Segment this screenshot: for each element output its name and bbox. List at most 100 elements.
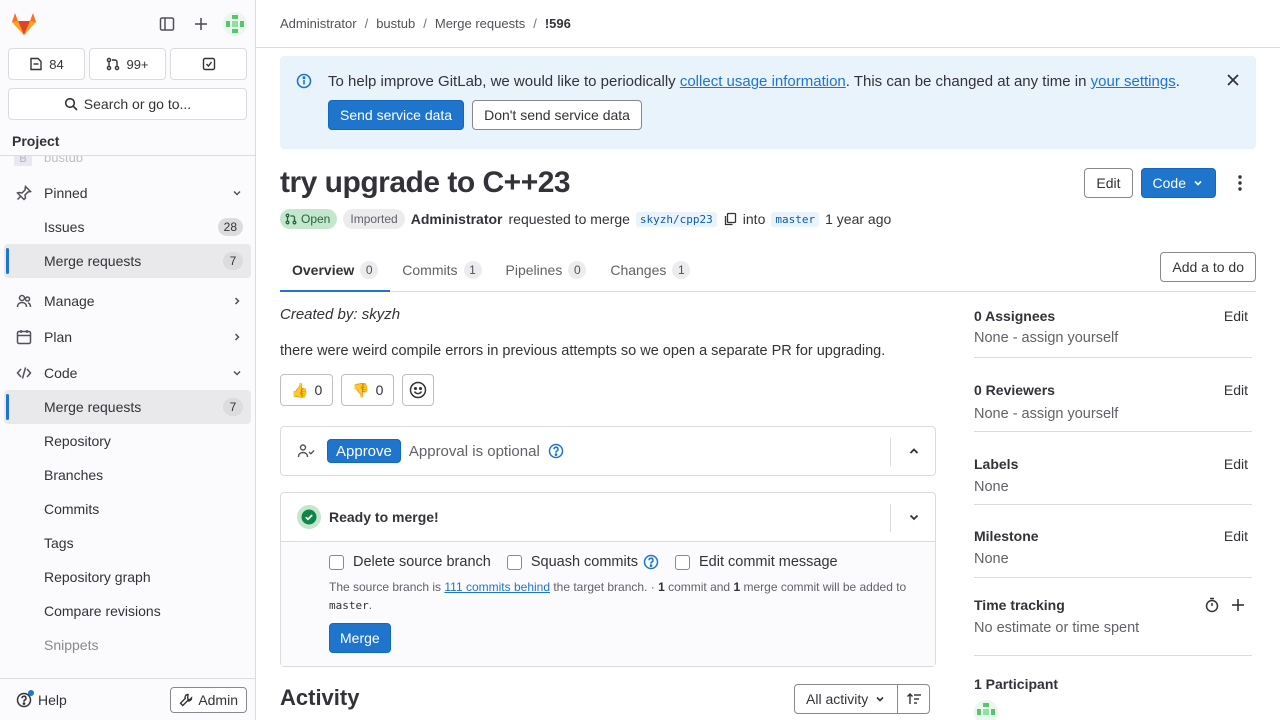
thumbs-up-button[interactable]: 👍 0 xyxy=(280,374,334,406)
sidebar-item-pinned-merge-requests[interactable]: Merge requests 7 xyxy=(4,244,251,278)
tab-pipelines[interactable]: Pipelines 0 xyxy=(494,249,599,291)
labels-edit-button[interactable]: Edit xyxy=(1224,456,1248,472)
tab-label: Pipelines xyxy=(505,262,563,278)
labels-block: Labels Edit None xyxy=(974,432,1252,505)
banner-text: . xyxy=(1175,73,1180,90)
approve-button[interactable]: Approve xyxy=(327,439,401,463)
commits-behind-link[interactable]: 111 commits behind xyxy=(444,580,550,594)
reviewers-edit-button[interactable]: Edit xyxy=(1224,382,1248,398)
sidebar-item-repository-graph[interactable]: Repository graph xyxy=(4,560,251,594)
merge-widget: Ready to merge! Delete source branch Squ… xyxy=(280,492,936,667)
sidebar-item-code[interactable]: Code xyxy=(4,356,251,390)
edit-button[interactable]: Edit xyxy=(1084,168,1133,198)
sidebar-pinned-section[interactable]: Pinned xyxy=(4,176,251,210)
close-icon[interactable] xyxy=(1226,73,1240,87)
dont-send-service-data-button[interactable]: Don't send service data xyxy=(472,100,642,130)
breadcrumb-separator: / xyxy=(533,16,537,31)
add-reaction-button[interactable] xyxy=(402,374,435,406)
sidebar-item-manage[interactable]: Manage xyxy=(4,284,251,318)
checkbox-box[interactable] xyxy=(675,554,691,570)
smiley-icon xyxy=(409,381,427,399)
add-todo-button[interactable]: Add a to do xyxy=(1160,252,1256,282)
admin-button[interactable]: Admin xyxy=(170,686,247,713)
create-new-icon[interactable] xyxy=(189,12,213,36)
copy-branch-icon[interactable] xyxy=(723,212,737,226)
sort-direction-button[interactable] xyxy=(898,684,931,714)
project-name-row[interactable]: B bustub xyxy=(0,156,255,166)
chevron-down-icon xyxy=(874,693,886,705)
mr-right-sidebar: 0 Assignees Edit None - assign yourself … xyxy=(974,296,1252,720)
tab-commits[interactable]: Commits 1 xyxy=(390,249,493,291)
stopwatch-icon[interactable] xyxy=(1204,597,1220,613)
search-button[interactable]: Search or go to... xyxy=(8,88,247,120)
milestone-edit-button[interactable]: Edit xyxy=(1224,528,1248,544)
time-tracking-block: Time tracking No estimate or time spent xyxy=(974,578,1252,656)
participants-title: 1 Participant xyxy=(974,676,1059,692)
sidebar-item-branches[interactable]: Branches xyxy=(4,458,251,492)
tab-overview[interactable]: Overview 0 xyxy=(280,249,391,292)
target-branch[interactable]: master xyxy=(771,211,820,227)
delete-source-branch-checkbox[interactable]: Delete source branch xyxy=(329,554,491,570)
merge-info-part: the target branch. · xyxy=(550,580,659,594)
participant-avatar[interactable] xyxy=(974,700,998,720)
activity-filter-dropdown[interactable]: All activity xyxy=(794,684,899,714)
code-dropdown-button[interactable]: Code xyxy=(1140,168,1216,198)
checkbox-box[interactable] xyxy=(329,554,344,570)
help-icon[interactable] xyxy=(548,443,564,459)
users-icon xyxy=(16,293,32,309)
chevron-down-icon[interactable] xyxy=(907,510,921,524)
banner-message: To help improve GitLab, we would like to… xyxy=(328,73,1180,91)
breadcrumb-item-current[interactable]: !596 xyxy=(545,16,571,31)
sidebar-item-compare-revisions[interactable]: Compare revisions xyxy=(4,594,251,628)
gitlab-logo-icon[interactable] xyxy=(8,8,40,40)
more-actions-icon[interactable] xyxy=(1224,167,1256,199)
toggle-sidebar-icon[interactable] xyxy=(155,12,179,36)
sidebar-item-label: Snippets xyxy=(44,637,99,653)
assignees-value[interactable]: None - assign yourself xyxy=(974,330,1118,346)
mr-tabs: Overview 0 Commits 1 Pipelines 0 Changes… xyxy=(280,249,1256,292)
squash-commits-checkbox[interactable]: Squash commits xyxy=(506,554,659,570)
tab-changes[interactable]: Changes 1 xyxy=(598,249,702,291)
merge-button[interactable]: Merge xyxy=(329,623,391,653)
sort-icon xyxy=(906,691,922,707)
todos-counter[interactable] xyxy=(170,48,247,80)
issues-icon xyxy=(29,57,43,71)
assignees-edit-button[interactable]: Edit xyxy=(1224,308,1248,324)
tab-count: 0 xyxy=(568,261,587,279)
chevron-down-icon xyxy=(1192,177,1204,189)
checkbox-box[interactable] xyxy=(506,554,522,570)
chevron-up-icon[interactable] xyxy=(907,444,921,458)
breadcrumb-item-merge-requests[interactable]: Merge requests xyxy=(435,16,525,31)
breadcrumb-item-user[interactable]: Administrator xyxy=(280,16,357,31)
your-settings-link[interactable]: your settings xyxy=(1091,73,1176,90)
sidebar-item-snippets[interactable]: Snippets xyxy=(4,628,251,662)
project-name: bustub xyxy=(44,156,84,165)
edit-commit-message-checkbox[interactable]: Edit commit message xyxy=(675,554,838,570)
reviewers-value[interactable]: None - assign yourself xyxy=(974,406,1118,422)
send-service-data-button[interactable]: Send service data xyxy=(328,100,465,130)
help-button[interactable]: Help xyxy=(8,689,67,708)
add-time-icon[interactable] xyxy=(1230,597,1246,613)
author-link[interactable]: Administrator xyxy=(411,211,503,227)
issues-counter[interactable]: 84 xyxy=(8,48,85,80)
status-label: Open xyxy=(301,212,331,226)
admin-label: Admin xyxy=(198,691,238,708)
created-time: 1 year ago xyxy=(825,211,892,227)
approval-icon xyxy=(297,443,315,459)
todo-check-icon xyxy=(202,57,216,71)
sidebar-item-repository[interactable]: Repository xyxy=(4,424,251,458)
user-avatar[interactable] xyxy=(223,12,247,36)
sidebar-item-tags[interactable]: Tags xyxy=(4,526,251,560)
thumbs-down-button[interactable]: 👎 0 xyxy=(341,374,395,406)
collect-usage-link[interactable]: collect usage information xyxy=(680,73,846,90)
breadcrumb-item-project[interactable]: bustub xyxy=(376,16,415,31)
sidebar-item-code-merge-requests[interactable]: Merge requests 7 xyxy=(4,390,251,424)
sidebar-item-plan[interactable]: Plan xyxy=(4,320,251,354)
help-icon[interactable] xyxy=(643,554,659,570)
check-circle-icon xyxy=(297,505,321,529)
assignees-block: 0 Assignees Edit None - assign yourself xyxy=(974,296,1252,358)
sidebar-item-pinned-issues[interactable]: Issues 28 xyxy=(4,210,251,244)
source-branch[interactable]: skyzh/cpp23 xyxy=(635,211,717,227)
sidebar-item-commits[interactable]: Commits xyxy=(4,492,251,526)
merge-requests-counter[interactable]: 99+ xyxy=(89,48,166,80)
